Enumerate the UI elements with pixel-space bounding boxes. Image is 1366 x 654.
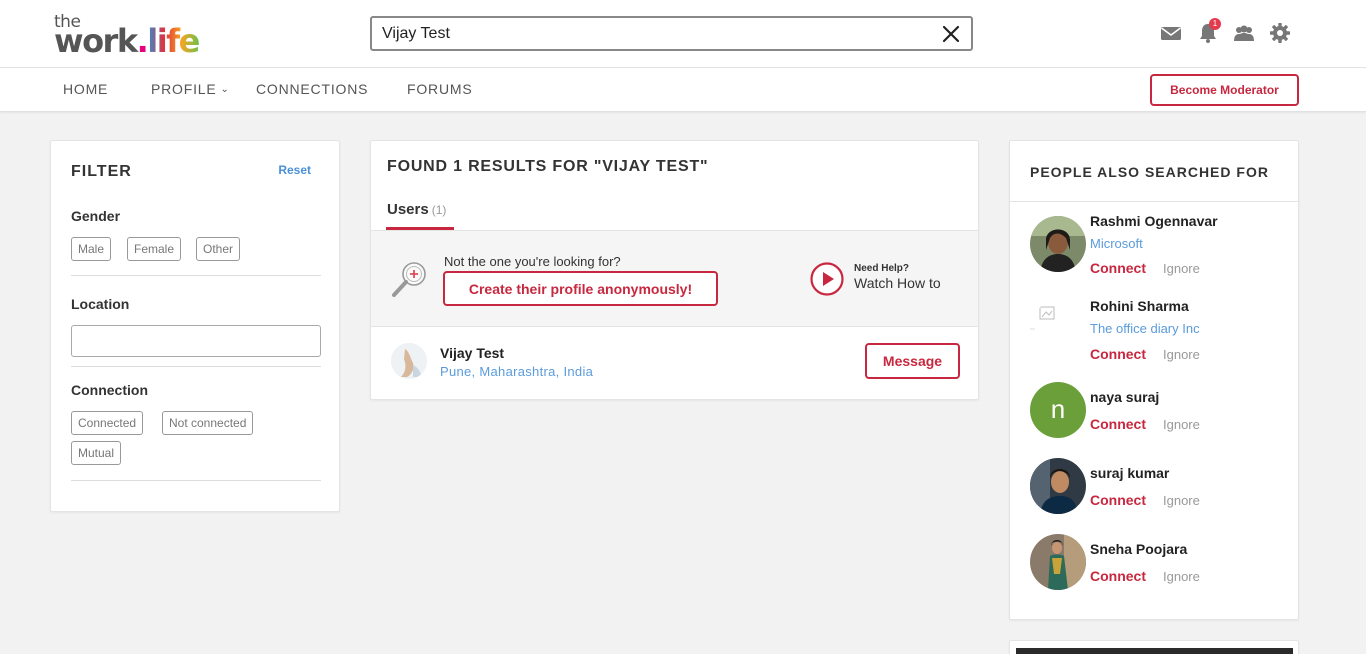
divider bbox=[71, 366, 321, 367]
gender-chip-other[interactable]: Other bbox=[196, 237, 241, 261]
search-input[interactable] bbox=[382, 23, 922, 45]
avatar[interactable]: n bbox=[1030, 382, 1086, 438]
person-name[interactable]: Rashmi Ogennavar bbox=[1090, 213, 1218, 229]
divider bbox=[1010, 201, 1300, 202]
promo-card bbox=[1009, 640, 1299, 654]
message-button[interactable]: Message bbox=[865, 343, 960, 379]
nav-profile[interactable]: PROFILE ⌄ bbox=[151, 81, 230, 97]
location-input[interactable] bbox=[71, 325, 321, 357]
not-the-one-text: Not the one you're looking for? bbox=[444, 254, 621, 269]
play-icon[interactable] bbox=[810, 262, 844, 296]
not-found-help-strip: Not the one you're looking for? Create t… bbox=[371, 231, 978, 327]
notification-badge: 1 bbox=[1209, 18, 1221, 30]
connect-button[interactable]: Connect bbox=[1090, 492, 1146, 508]
connect-button[interactable]: Connect bbox=[1090, 416, 1146, 432]
person-name[interactable]: Sneha Poojara bbox=[1090, 541, 1187, 557]
gender-chip-male[interactable]: Male bbox=[71, 237, 112, 261]
tab-users[interactable]: Users (1) bbox=[387, 201, 446, 218]
need-help-label: Need Help? bbox=[854, 263, 910, 274]
magnifier-icon bbox=[392, 262, 426, 297]
group-icon[interactable] bbox=[1233, 22, 1255, 44]
nav-forums[interactable]: FORUMS bbox=[407, 81, 472, 97]
user-name[interactable]: Vijay Test bbox=[440, 345, 504, 361]
promo-media[interactable] bbox=[1016, 648, 1293, 654]
list-item: suraj kumar Connect Ignore bbox=[1010, 458, 1300, 528]
tab-users-count: (1) bbox=[431, 203, 447, 217]
ignore-button[interactable]: Ignore bbox=[1163, 417, 1200, 432]
mail-icon[interactable] bbox=[1160, 22, 1182, 44]
person-company[interactable]: Microsoft bbox=[1090, 236, 1143, 251]
connection-chip-connected[interactable]: Connected bbox=[71, 411, 144, 435]
ignore-button[interactable]: Ignore bbox=[1163, 493, 1200, 508]
gender-label: Gender bbox=[71, 208, 121, 224]
divider bbox=[71, 480, 321, 481]
gender-chip-female[interactable]: Female bbox=[127, 237, 182, 261]
nav-connections[interactable]: CONNECTIONS bbox=[256, 81, 368, 97]
filter-panel: FILTER Reset Gender Male Female Other Lo… bbox=[50, 140, 340, 512]
user-result-row[interactable]: Vijay Test Pune, Maharashtra, India Mess… bbox=[371, 328, 978, 399]
connection-label: Connection bbox=[71, 382, 148, 398]
list-item: n naya suraj Connect Ignore bbox=[1010, 382, 1300, 452]
avatar[interactable] bbox=[1030, 534, 1086, 590]
results-heading: FOUND 1 RESULTS FOR "VIJAY TEST" bbox=[387, 158, 709, 175]
list-item: Rohini Sharma The office diary Inc Conne… bbox=[1010, 298, 1300, 368]
main-nav: HOME PROFILE ⌄ CONNECTIONS FORUMS Become … bbox=[0, 68, 1366, 112]
divider bbox=[71, 275, 321, 276]
top-bar: the work.life 1 bbox=[0, 0, 1366, 68]
list-item: Sneha Poojara Connect Ignore bbox=[1010, 534, 1300, 604]
person-name[interactable]: naya suraj bbox=[1090, 389, 1159, 405]
logo-word: work.life bbox=[54, 22, 200, 60]
search-results-panel: FOUND 1 RESULTS FOR "VIJAY TEST" Users (1… bbox=[370, 140, 979, 400]
gear-icon[interactable] bbox=[1269, 22, 1291, 44]
ignore-button[interactable]: Ignore bbox=[1163, 261, 1200, 276]
filter-title: FILTER bbox=[71, 163, 132, 180]
connect-button[interactable]: Connect bbox=[1090, 260, 1146, 276]
avatar[interactable] bbox=[391, 343, 427, 379]
nav-home[interactable]: HOME bbox=[63, 81, 108, 97]
chevron-down-icon: ⌄ bbox=[220, 84, 230, 95]
avatar[interactable] bbox=[1030, 301, 1086, 357]
person-company[interactable]: The office diary Inc bbox=[1090, 321, 1200, 336]
connection-chip-not-connected[interactable]: Not connected bbox=[162, 411, 254, 435]
watch-how-to-link[interactable]: Watch How to bbox=[854, 275, 952, 291]
person-name[interactable]: Rohini Sharma bbox=[1090, 298, 1189, 314]
become-moderator-button[interactable]: Become Moderator bbox=[1150, 74, 1299, 106]
user-location: Pune, Maharashtra, India bbox=[440, 364, 594, 379]
people-also-searched-panel: PEOPLE ALSO SEARCHED FOR Rashmi Ogennava… bbox=[1009, 140, 1300, 620]
thework-life-logo[interactable]: the work.life bbox=[54, 12, 214, 60]
connection-chip-mutual[interactable]: Mutual bbox=[71, 441, 122, 465]
avatar[interactable] bbox=[1030, 216, 1086, 272]
close-icon[interactable] bbox=[941, 24, 961, 44]
ignore-button[interactable]: Ignore bbox=[1163, 347, 1200, 362]
search-box bbox=[370, 16, 973, 51]
create-profile-anonymously-button[interactable]: Create their profile anonymously! bbox=[443, 271, 718, 306]
connect-button[interactable]: Connect bbox=[1090, 568, 1146, 584]
reset-link[interactable]: Reset bbox=[278, 163, 311, 177]
people-also-title: PEOPLE ALSO SEARCHED FOR bbox=[1030, 164, 1269, 180]
person-name[interactable]: suraj kumar bbox=[1090, 465, 1169, 481]
location-label: Location bbox=[71, 296, 130, 312]
connect-button[interactable]: Connect bbox=[1090, 346, 1146, 362]
avatar[interactable] bbox=[1030, 458, 1086, 514]
notifications[interactable]: 1 bbox=[1197, 18, 1221, 44]
ignore-button[interactable]: Ignore bbox=[1163, 569, 1200, 584]
list-item: Rashmi Ogennavar Microsoft Connect Ignor… bbox=[1010, 213, 1300, 283]
